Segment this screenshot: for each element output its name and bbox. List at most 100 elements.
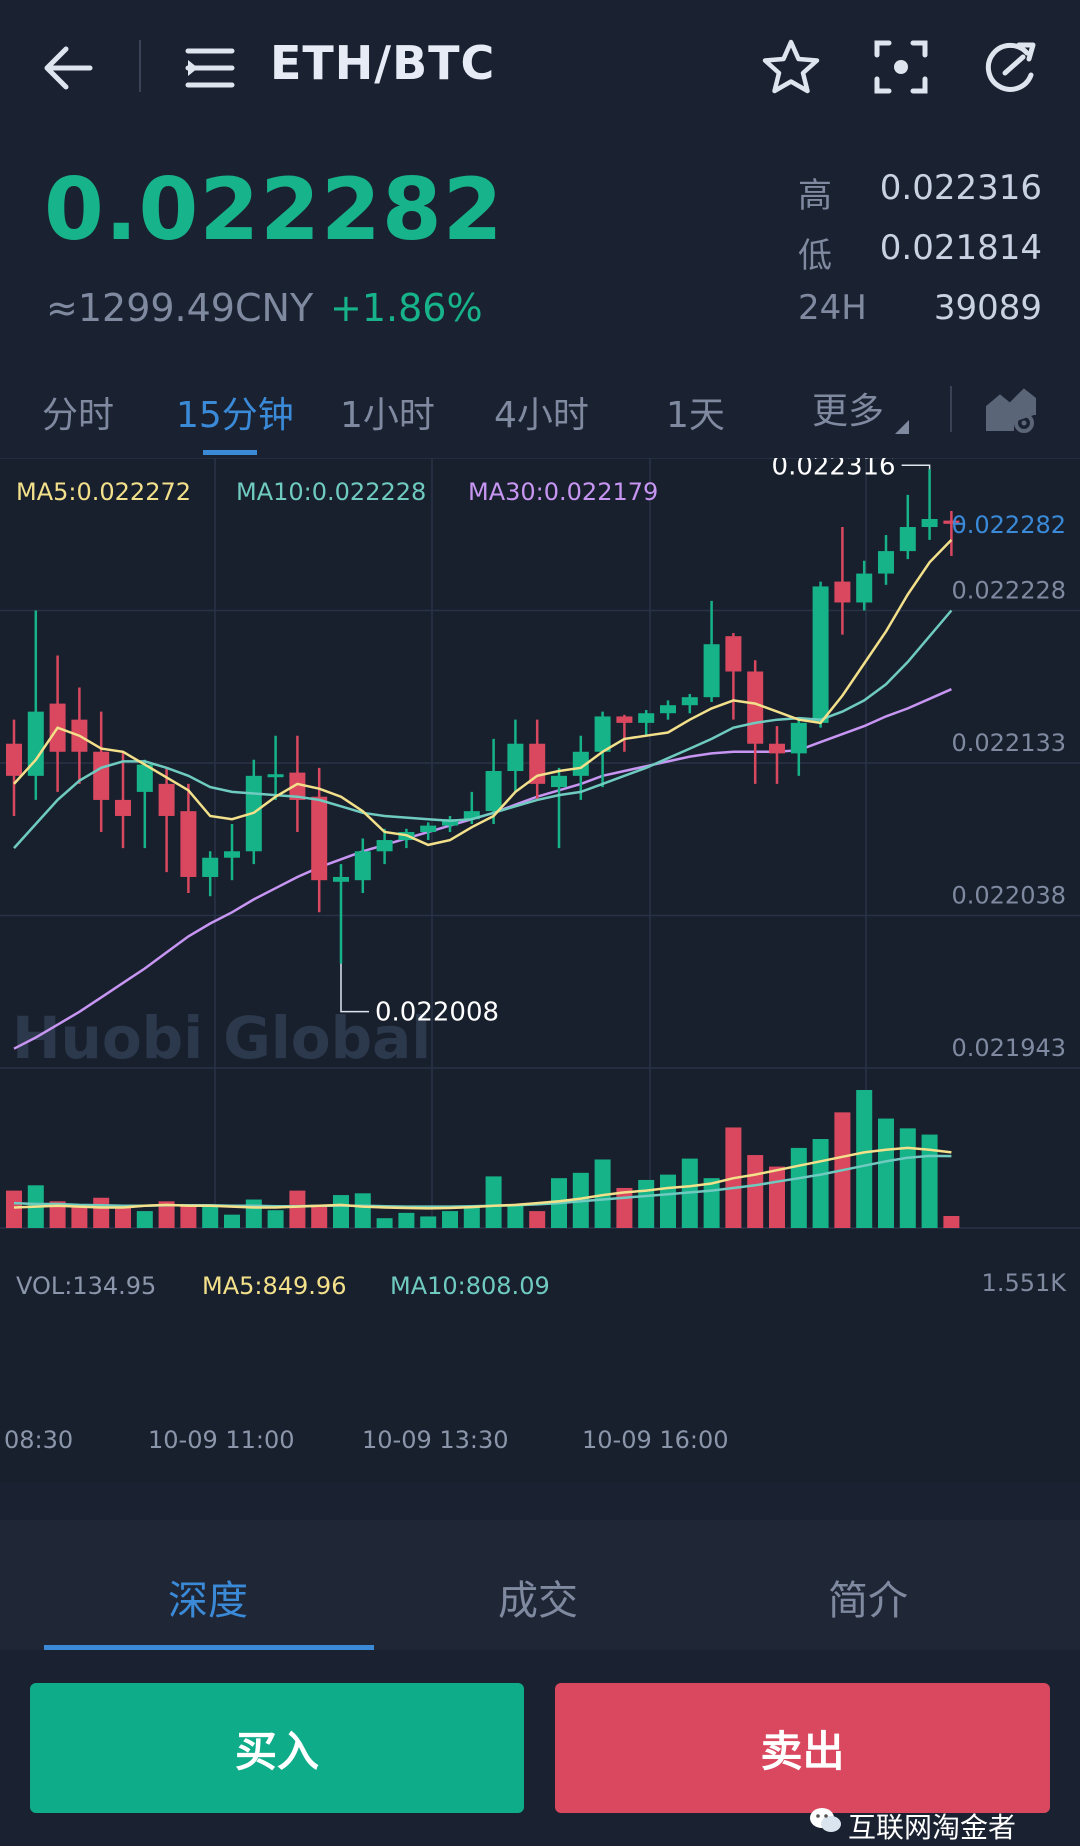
volume-bar (507, 1204, 524, 1228)
volume-bar (354, 1193, 371, 1228)
volume-24h-value: 39089 (933, 288, 1042, 328)
candle-body (6, 743, 22, 776)
volume-bar (485, 1176, 502, 1228)
candle-body (158, 783, 175, 816)
volume-bar (333, 1195, 349, 1228)
candle-body (311, 796, 328, 881)
volume-bar (747, 1155, 764, 1228)
candle-body (790, 722, 807, 754)
volume-bar (638, 1179, 655, 1228)
volume-bar (71, 1206, 88, 1228)
volume-bar (420, 1216, 437, 1228)
candle-body (769, 743, 785, 754)
candle-body (812, 586, 829, 723)
account-watermark: 互联网淘金者 (848, 1811, 1017, 1844)
candle-body (529, 743, 546, 784)
high-value: 0.022316 (879, 168, 1042, 208)
candle-body (616, 716, 633, 723)
candle-body (180, 811, 197, 877)
vol-ma10-legend: MA10:808.09 (390, 1272, 550, 1300)
y-tick-label: 0.022228 (951, 577, 1066, 605)
candle-body (485, 771, 502, 812)
active-tab-indicator (203, 450, 257, 455)
low-value: 0.021814 (879, 228, 1042, 268)
ma5-legend: MA5:0.022272 (16, 478, 191, 506)
tab-depth[interactable]: 深度 (168, 1568, 248, 1626)
divider (139, 40, 141, 92)
candle-body (878, 551, 894, 574)
candle-body (703, 644, 720, 698)
ma30-legend: MA30:0.022179 (468, 478, 659, 506)
volume-bar (289, 1190, 306, 1228)
caret-down-icon (895, 420, 910, 434)
volume-bar (311, 1204, 328, 1228)
star-icon[interactable] (758, 34, 824, 100)
volume-bar (224, 1214, 240, 1228)
high-label: 高 (798, 176, 832, 216)
volume-bar (943, 1215, 960, 1228)
change-percent: +1.86% (330, 286, 483, 330)
volume-bar (202, 1205, 219, 1228)
candlestick-chart[interactable]: Huobi Global 0.0223230.0222280.0221330.0… (0, 458, 1080, 1483)
volume-bar (878, 1118, 894, 1228)
volume-bar (703, 1178, 720, 1228)
wechat-icon (808, 1806, 842, 1840)
candle-body (224, 851, 240, 858)
tab-1hour[interactable]: 1小时 (340, 386, 435, 438)
low-marker-label: 0.022008 (375, 998, 499, 1028)
candle-body (115, 799, 131, 816)
y-tick-label: 0.022038 (951, 882, 1066, 910)
volume-bar (660, 1174, 676, 1228)
x-tick-label: 10-09 11:00 (148, 1426, 295, 1454)
volume-max-label: 1.551K (982, 1269, 1068, 1297)
tab-intro[interactable]: 简介 (828, 1568, 908, 1626)
volume-bar (442, 1211, 458, 1228)
x-tick-label: 10-09 13:30 (362, 1426, 509, 1454)
candle-body (638, 713, 655, 723)
x-tick-label: 08:30 (4, 1426, 73, 1454)
candle-body (507, 743, 524, 772)
volume-bar (812, 1139, 829, 1228)
candle-body (834, 581, 851, 603)
list-menu-icon[interactable] (182, 40, 238, 96)
tab-more-label: 更多 (812, 391, 885, 432)
tab-15min[interactable]: 15分钟 (176, 386, 294, 438)
y-tick-label: 0.021943 (951, 1034, 1066, 1062)
tab-1day[interactable]: 1天 (666, 386, 725, 438)
scan-icon[interactable] (870, 36, 932, 98)
back-arrow-icon[interactable] (38, 38, 98, 98)
volume-24h-label: 24H (798, 288, 867, 328)
volume-bar (376, 1218, 393, 1228)
candle-body (921, 519, 938, 528)
volume-bar (245, 1199, 262, 1228)
y-tick-label: 0.022133 (951, 729, 1066, 757)
divider (950, 386, 952, 432)
refresh-icon[interactable] (978, 36, 1042, 100)
volume-ma5-line (13, 1146, 952, 1210)
detail-tabs: 深度 成交 简介 (0, 1520, 1080, 1650)
volume-bar (180, 1204, 197, 1228)
candle-body (420, 825, 437, 833)
interval-tabs: 分时 15分钟 1小时 4小时 1天 更多 (0, 368, 1080, 456)
buy-button[interactable]: 买入 (30, 1683, 524, 1813)
tab-4hour[interactable]: 4小时 (494, 386, 589, 438)
volume-bar (6, 1190, 22, 1228)
tab-timeshare[interactable]: 分时 (42, 386, 114, 438)
volume-bar (899, 1128, 916, 1228)
candle-body (747, 671, 764, 744)
ma10-legend: MA10:0.022228 (236, 478, 427, 506)
volume-bar (398, 1212, 415, 1228)
vol-ma5-legend: MA5:849.96 (202, 1272, 347, 1300)
x-tick-label: 10-09 16:00 (582, 1426, 729, 1454)
candle-body (93, 751, 110, 800)
tab-more[interactable]: 更多 (812, 382, 910, 434)
candle-body (267, 774, 284, 778)
chart-settings-icon[interactable] (984, 384, 1038, 436)
candle-body (856, 573, 873, 603)
tab-trades[interactable]: 成交 (498, 1568, 578, 1626)
candle-body (725, 636, 742, 672)
candle-body (551, 775, 567, 788)
sell-button[interactable]: 卖出 (555, 1683, 1050, 1813)
current-price-label: 0.022282 (951, 511, 1066, 539)
vol-legend: VOL:134.95 (16, 1272, 157, 1300)
